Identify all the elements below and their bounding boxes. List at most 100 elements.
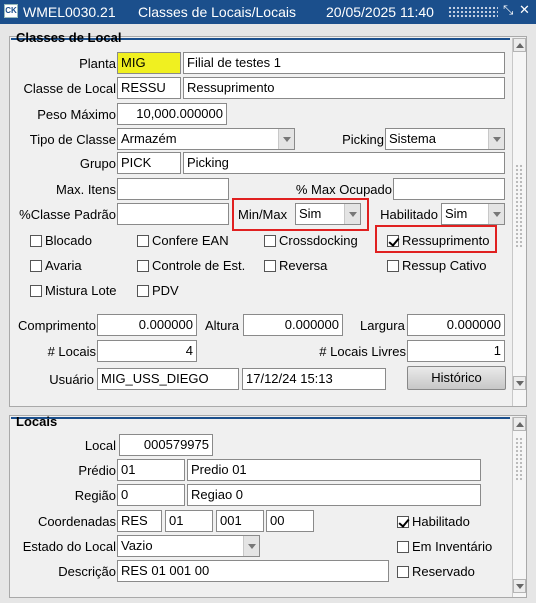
comprimento-field[interactable]: 0.000000 — [97, 314, 197, 336]
close-icon[interactable]: ✕ — [519, 2, 530, 18]
coord-field-4[interactable]: 00 — [266, 510, 314, 532]
blocado-checkbox[interactable]: Blocado — [30, 233, 92, 248]
scroll-grip[interactable] — [515, 437, 524, 481]
historico-button[interactable]: Histórico — [407, 366, 506, 390]
checkbox-box[interactable] — [30, 259, 42, 272]
usuario-field[interactable]: MIG_USS_DIEGO — [97, 368, 239, 390]
pdv-checkbox[interactable]: PDV — [137, 283, 179, 298]
checkbox-box[interactable] — [397, 515, 409, 528]
chevron-down-icon[interactable] — [344, 204, 360, 224]
app-icon[interactable]: CK — [4, 4, 18, 18]
ressup-cativo-checkbox[interactable]: Ressup Cativo — [387, 258, 487, 273]
pct-max-field[interactable] — [393, 178, 505, 200]
habilitado-check-label: Habilitado — [412, 514, 470, 529]
predio-desc-field[interactable]: Predio 01 — [187, 459, 481, 481]
scroll-up-icon[interactable] — [513, 38, 526, 52]
checkbox-box[interactable] — [397, 540, 409, 553]
confere-ean-checkbox[interactable]: Confere EAN — [137, 233, 229, 248]
predio-label: Prédio — [78, 463, 116, 478]
checkbox-box[interactable] — [387, 259, 399, 272]
coord-field-3[interactable]: 001 — [216, 510, 264, 532]
picking-value: Sistema — [389, 131, 436, 146]
predio-code-field[interactable]: 01 — [117, 459, 185, 481]
grupo-desc-field[interactable]: Picking — [183, 152, 505, 174]
local-field[interactable]: 000579975 — [119, 434, 213, 456]
avaria-checkbox[interactable]: Avaria — [30, 258, 82, 273]
planta-code-field[interactable]: MIG — [117, 52, 181, 74]
ressup-cativo-label: Ressup Cativo — [402, 258, 487, 273]
local-label: Local — [84, 438, 116, 453]
coord-field-2[interactable]: 01 — [165, 510, 213, 532]
picking-label: Picking — [342, 132, 384, 147]
title-bar: CK WMEL0030.21 Classes de Locais/Locais … — [0, 0, 536, 24]
estado-select[interactable]: Vazio — [117, 535, 260, 557]
descricao-field[interactable]: RES 01 001 00 — [117, 560, 389, 582]
reservado-checkbox[interactable]: Reservado — [397, 564, 475, 579]
classe-desc-field[interactable]: Ressuprimento — [183, 77, 505, 99]
altura-field[interactable]: 0.000000 — [243, 314, 343, 336]
checkbox-box[interactable] — [137, 259, 149, 272]
ressuprimento-checkbox[interactable]: Ressuprimento — [387, 233, 489, 248]
checkbox-box[interactable] — [30, 234, 42, 247]
picking-select[interactable]: Sistema — [385, 128, 505, 150]
habilitado-checkbox[interactable]: Habilitado — [397, 514, 470, 529]
classes-scrollbar[interactable] — [512, 38, 526, 406]
largura-field[interactable]: 0.000000 — [407, 314, 505, 336]
minmax-select[interactable]: Sim — [295, 203, 361, 225]
pct-classe-field[interactable] — [117, 203, 229, 225]
planta-desc-field[interactable]: Filial de testes 1 — [183, 52, 505, 74]
locais-label: # Locais — [47, 344, 96, 359]
app-code: WMEL0030.21 — [23, 4, 116, 20]
descricao-label: Descrição — [58, 564, 116, 579]
chevron-down-icon[interactable] — [488, 204, 504, 224]
window-title: Classes de Locais/Locais — [138, 4, 296, 20]
checkbox-box[interactable] — [137, 284, 149, 297]
regiao-code-field[interactable]: 0 — [117, 484, 185, 506]
chevron-down-icon[interactable] — [243, 536, 259, 556]
crossdocking-label: Crossdocking — [279, 233, 358, 248]
checkbox-box[interactable] — [137, 234, 149, 247]
ressuprimento-label: Ressuprimento — [402, 233, 490, 248]
classe-code-field[interactable]: RESSU — [117, 77, 181, 99]
tipo-value: Armazém — [121, 131, 177, 146]
scroll-down-icon[interactable] — [513, 376, 526, 390]
max-itens-field[interactable] — [117, 178, 229, 200]
pct-classe-label: %Classe Padrão — [19, 207, 116, 222]
coord-field-1[interactable]: RES — [117, 510, 162, 532]
largura-label: Largura — [360, 318, 405, 333]
locais-field[interactable]: 4 — [97, 340, 197, 362]
reversa-checkbox[interactable]: Reversa — [264, 258, 327, 273]
controle-est-checkbox[interactable]: Controle de Est. — [137, 258, 245, 273]
habilitado-select[interactable]: Sim — [441, 203, 505, 225]
chevron-down-icon[interactable] — [278, 129, 294, 149]
checkbox-box[interactable] — [397, 565, 409, 578]
tipo-select[interactable]: Armazém — [117, 128, 295, 150]
checkbox-box[interactable] — [30, 284, 42, 297]
window-datetime: 20/05/2025 11:40 — [326, 4, 434, 20]
locais-scrollbar[interactable] — [512, 417, 526, 597]
chevron-down-icon[interactable] — [488, 129, 504, 149]
checkbox-box[interactable] — [264, 259, 276, 272]
peso-field[interactable]: 10,000.000000 — [117, 103, 227, 125]
mistura-lote-checkbox[interactable]: Mistura Lote — [30, 283, 117, 298]
scroll-grip[interactable] — [515, 164, 524, 248]
pdv-label: PDV — [152, 283, 179, 298]
reservado-label: Reservado — [412, 564, 475, 579]
em-inventario-checkbox[interactable]: Em Inventário — [397, 539, 492, 554]
grupo-code-field[interactable]: PICK — [117, 152, 181, 174]
scroll-down-icon[interactable] — [513, 579, 526, 593]
title-drag-grip — [448, 6, 498, 18]
classes-panel-title: Classes de Local — [16, 30, 122, 45]
usuario-datetime-field[interactable]: 17/12/24 15:13 — [242, 368, 386, 390]
mistura-lote-label: Mistura Lote — [45, 283, 117, 298]
confere-ean-label: Confere EAN — [152, 233, 229, 248]
checkbox-box[interactable] — [264, 234, 276, 247]
crossdocking-checkbox[interactable]: Crossdocking — [264, 233, 358, 248]
peso-label: Peso Máximo — [37, 107, 116, 122]
regiao-desc-field[interactable]: Regiao 0 — [187, 484, 481, 506]
locais-livres-field[interactable]: 1 — [407, 340, 505, 362]
scroll-up-icon[interactable] — [513, 417, 526, 431]
blocado-label: Blocado — [45, 233, 92, 248]
checkbox-box[interactable] — [387, 234, 399, 247]
restore-icon[interactable]: ⤡ — [503, 2, 513, 18]
